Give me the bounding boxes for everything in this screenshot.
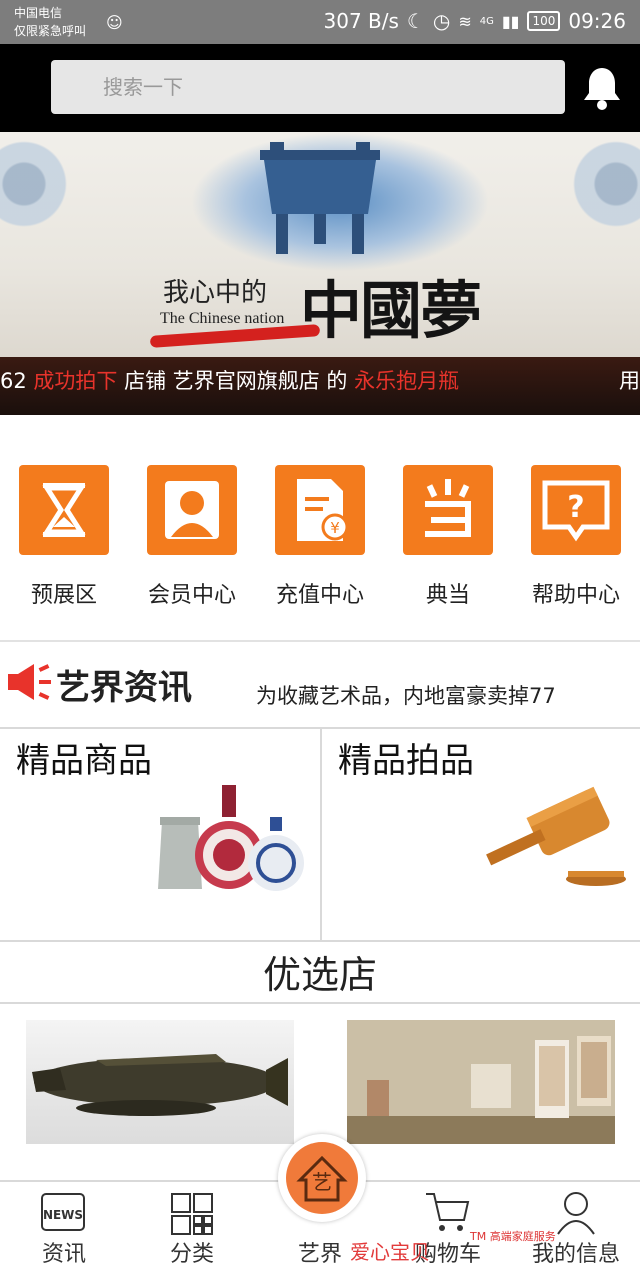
shop-card-stone-fish[interactable] bbox=[26, 1020, 294, 1144]
featured-goods-card[interactable]: 精品商品 bbox=[0, 729, 320, 941]
nav-label: 分类 bbox=[169, 1242, 214, 1267]
nav-category[interactable]: 分类 bbox=[128, 1182, 256, 1282]
profile-icon bbox=[557, 1192, 595, 1235]
bell-icon[interactable] bbox=[580, 64, 624, 112]
news-title: 艺界资讯 bbox=[56, 668, 192, 708]
divider bbox=[320, 729, 322, 941]
net-speed: 307 B/s bbox=[323, 9, 399, 33]
status-bar: 中国电信 仅限紧急呼叫 ☺ 307 B/s ☾ ◷ ≋ 4G ▮▮ 100 09… bbox=[0, 0, 640, 44]
pawn-dang-icon bbox=[403, 465, 493, 555]
user-icon bbox=[147, 465, 237, 555]
stone-fish-image bbox=[32, 1054, 288, 1116]
dragon-pattern-right bbox=[550, 132, 640, 262]
dragon-pattern-left bbox=[0, 132, 90, 262]
signal-icon: ▮▮ bbox=[501, 11, 520, 31]
auction-ticker[interactable]: 62 成功拍下 店铺 艺界官网旗舰店 的 永乐抱月瓶 用 bbox=[0, 357, 640, 415]
quick-help[interactable]: ? 帮助中心 bbox=[512, 465, 640, 609]
watermark-text: 爱心宝贝 bbox=[350, 1240, 430, 1264]
nav-news[interactable]: NEWS 资讯 bbox=[0, 1182, 128, 1282]
banner-subtitle: The Chinese nation bbox=[160, 310, 285, 327]
news-strip[interactable]: 艺界资讯 为收藏艺术品，内地富豪卖掉77 bbox=[0, 642, 640, 728]
watermark-subtext: TM 高端家庭服务 bbox=[470, 1230, 556, 1243]
moon-icon: ☾ bbox=[406, 9, 425, 33]
featured-goods-title: 精品商品 bbox=[16, 741, 152, 781]
divider bbox=[0, 940, 640, 942]
home-center-button[interactable]: 艺 bbox=[278, 1134, 366, 1222]
auction-gavel-image bbox=[486, 786, 626, 886]
hourglass-icon bbox=[19, 465, 109, 555]
ticker-tail: 用 bbox=[619, 369, 640, 393]
megaphone-icon bbox=[8, 664, 51, 700]
news-icon: NEWS bbox=[41, 1193, 85, 1231]
promo-banner[interactable]: 我心中的 The Chinese nation 中國夢 bbox=[0, 132, 640, 357]
emergency-label: 仅限紧急呼叫 bbox=[14, 24, 87, 38]
ticker-item: 永乐抱月瓶 bbox=[354, 369, 460, 393]
quick-label: 充值中心 bbox=[275, 583, 364, 608]
ticker-middle: 店铺 艺界官网旗舰店 的 bbox=[117, 369, 355, 393]
ticker-prefix: 62 bbox=[0, 369, 34, 393]
shop-card-gallery[interactable] bbox=[347, 1020, 615, 1144]
quick-pawn[interactable]: 典当 bbox=[384, 465, 512, 609]
network-type: 4G bbox=[479, 15, 494, 27]
ticker-action: 成功拍下 bbox=[33, 369, 118, 393]
penguin-icon: ☺ bbox=[106, 13, 123, 32]
cart-icon bbox=[426, 1193, 470, 1231]
home-badge-text: 艺 bbox=[312, 1170, 332, 1194]
quick-member[interactable]: 会员中心 bbox=[128, 465, 256, 609]
svg-text:?: ? bbox=[567, 490, 584, 525]
home-badge: 艺 bbox=[286, 1142, 358, 1214]
featured-auction-card[interactable]: 精品拍品 bbox=[322, 729, 640, 941]
banner-title: 中國夢 bbox=[300, 274, 482, 347]
quick-actions: 预展区 会员中心 ¥ 充值中心 典当 ? 帮助中心 bbox=[0, 465, 640, 615]
quick-label: 典当 bbox=[425, 583, 470, 608]
header-bar bbox=[0, 44, 640, 132]
battery-icon: 100 bbox=[527, 11, 561, 31]
invoice-yen-icon: ¥ bbox=[275, 465, 365, 555]
grid-icon bbox=[171, 1193, 213, 1235]
featured-auction-title: 精品拍品 bbox=[338, 741, 474, 781]
help-bubble-icon: ? bbox=[531, 465, 621, 555]
gallery-image bbox=[347, 1020, 615, 1144]
svg-text:¥: ¥ bbox=[330, 519, 340, 537]
quick-label: 会员中心 bbox=[147, 583, 236, 608]
banner-tagline: 我心中的 bbox=[163, 278, 268, 308]
porcelain-vases-image bbox=[158, 785, 304, 891]
svg-text:NEWS: NEWS bbox=[43, 1208, 83, 1222]
wifi-icon: ≋ bbox=[458, 11, 472, 31]
bronze-ding-icon bbox=[260, 142, 380, 254]
alarm-icon: ◷ bbox=[432, 9, 451, 33]
quick-preview[interactable]: 预展区 bbox=[0, 465, 128, 609]
quick-label: 预展区 bbox=[30, 583, 97, 608]
ticker-row: 62 成功拍下 店铺 艺界官网旗舰店 的 永乐抱月瓶 bbox=[0, 357, 459, 405]
status-right: 307 B/s ☾ ◷ ≋ 4G ▮▮ 100 09:26 bbox=[324, 9, 627, 33]
quick-label: 帮助中心 bbox=[531, 583, 620, 608]
carrier-label: 中国电信 bbox=[14, 6, 63, 20]
search-input[interactable] bbox=[103, 75, 565, 99]
divider bbox=[0, 1002, 640, 1004]
preferred-title: 优选店 bbox=[262, 953, 377, 997]
quick-recharge[interactable]: ¥ 充值中心 bbox=[256, 465, 384, 609]
clock: 09:26 bbox=[568, 9, 626, 33]
search-box[interactable] bbox=[51, 60, 565, 114]
nav-label: 资讯 bbox=[41, 1242, 86, 1267]
news-headline[interactable]: 为收藏艺术品，内地富豪卖掉77 bbox=[256, 680, 640, 710]
